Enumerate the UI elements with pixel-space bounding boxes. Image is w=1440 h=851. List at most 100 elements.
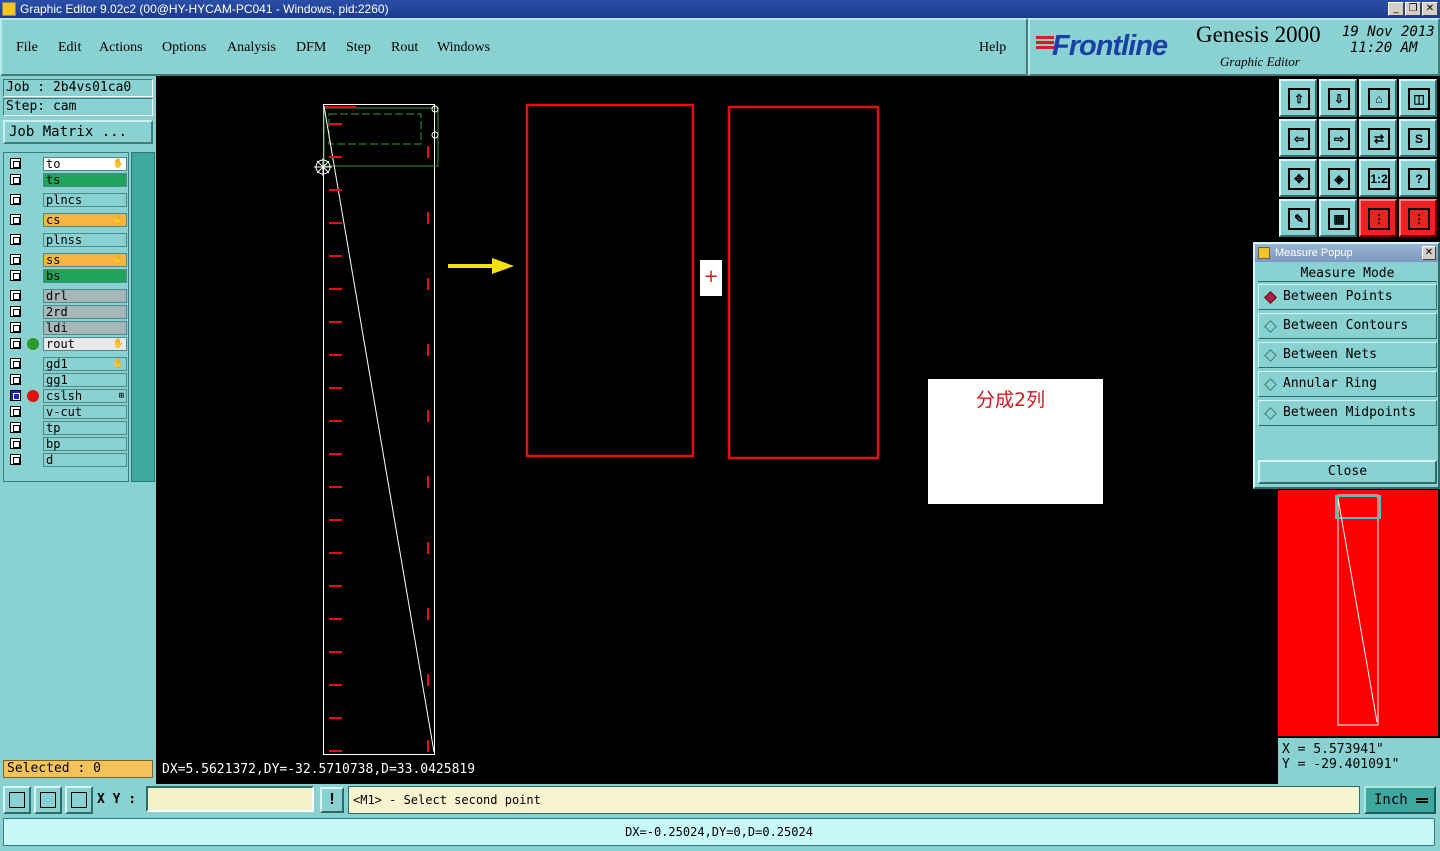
- layer-name[interactable]: drl: [43, 289, 127, 303]
- layer-name[interactable]: to ✋: [43, 157, 127, 171]
- help-button[interactable]: ?: [1399, 159, 1437, 197]
- maximize-button[interactable]: ❐: [1405, 2, 1421, 16]
- layer-row-ts[interactable]: ts: [7, 173, 127, 187]
- layer-checkbox[interactable]: [10, 454, 21, 465]
- layer-checkbox[interactable]: [10, 358, 21, 369]
- grid-button[interactable]: ▦: [1319, 199, 1357, 237]
- scale-1to2-button[interactable]: 1:2: [1359, 159, 1397, 197]
- menu-dfm[interactable]: DFM: [296, 40, 326, 56]
- layer-name[interactable]: ldi: [43, 321, 127, 335]
- layer-name[interactable]: ts: [43, 173, 127, 187]
- layer-row-bs[interactable]: bs: [7, 269, 127, 283]
- layer-checkbox[interactable]: [10, 174, 21, 185]
- layer-row-to[interactable]: to ✋: [7, 157, 127, 171]
- layer-name[interactable]: cs ✋: [43, 213, 127, 227]
- layer-row-rout[interactable]: rout ✋: [7, 337, 127, 351]
- layer-name[interactable]: gg1: [43, 373, 127, 387]
- layer-checkbox[interactable]: [10, 422, 21, 433]
- layer-scrollbar[interactable]: [131, 152, 155, 482]
- layer-checkbox[interactable]: [10, 438, 21, 449]
- layer-checkbox[interactable]: [10, 306, 21, 317]
- layer-checkbox[interactable]: [10, 374, 21, 385]
- job-matrix-button[interactable]: Job Matrix ...: [3, 120, 153, 144]
- snap-mode-button[interactable]: [3, 786, 31, 814]
- layer-checkbox[interactable]: [10, 254, 21, 265]
- option-annular-ring[interactable]: Annular Ring: [1258, 371, 1437, 397]
- xy-input[interactable]: [146, 786, 314, 812]
- layer-checkbox[interactable]: [10, 390, 21, 401]
- layer-row-plnss[interactable]: plnss: [7, 233, 127, 247]
- option-between-nets[interactable]: Between Nets: [1258, 342, 1437, 368]
- layer-name[interactable]: tp: [43, 421, 127, 435]
- menu-options[interactable]: Options: [162, 40, 206, 56]
- layer-name[interactable]: plncs: [43, 193, 127, 207]
- layer-name[interactable]: rout ✋: [43, 337, 127, 351]
- units-selector[interactable]: Inch: [1364, 786, 1436, 814]
- grid-mode-button[interactable]: [65, 786, 93, 814]
- swap-button[interactable]: ⇄: [1359, 119, 1397, 157]
- zoom-profile-button[interactable]: ⌂: [1359, 79, 1397, 117]
- menu-analysis[interactable]: Analysis: [227, 40, 276, 56]
- layer-checkbox[interactable]: [10, 214, 21, 225]
- alert-button[interactable]: !: [320, 787, 344, 813]
- tools-button[interactable]: ✎: [1279, 199, 1317, 237]
- menu-step[interactable]: Step: [346, 40, 371, 56]
- layer-checkbox[interactable]: [10, 194, 21, 205]
- netlist-button[interactable]: ⋮: [1359, 199, 1397, 237]
- layer-name[interactable]: 2rd: [43, 305, 127, 319]
- layer-row-ldi[interactable]: ldi: [7, 321, 127, 335]
- layer-checkbox[interactable]: [10, 322, 21, 333]
- layer-checkbox[interactable]: [10, 406, 21, 417]
- angle-mode-button[interactable]: [34, 786, 62, 814]
- layer-row-cs[interactable]: cs ✋: [7, 213, 127, 227]
- layer-name[interactable]: plnss: [43, 233, 127, 247]
- layer-row-gg1[interactable]: gg1: [7, 373, 127, 387]
- overview-map[interactable]: [1278, 490, 1438, 736]
- graphic-canvas[interactable]: [156, 76, 1276, 784]
- layer-row-gd1[interactable]: gd1 ✋: [7, 357, 127, 371]
- minimize-button[interactable]: _: [1388, 2, 1404, 16]
- layer-name[interactable]: bs: [43, 269, 127, 283]
- layer-row-drl[interactable]: drl: [7, 289, 127, 303]
- layer-row-ss[interactable]: ss ✋: [7, 253, 127, 267]
- split-view-button[interactable]: ◫: [1399, 79, 1437, 117]
- layer-row-plncs[interactable]: plncs: [7, 193, 127, 207]
- pan-left-button[interactable]: ⇦: [1279, 119, 1317, 157]
- layer-name[interactable]: v-cut: [43, 405, 127, 419]
- layer-checkbox[interactable]: [10, 270, 21, 281]
- layer-row-v-cut[interactable]: v-cut: [7, 405, 127, 419]
- option-between-contours[interactable]: Between Contours: [1258, 313, 1437, 339]
- menu-actions[interactable]: Actions: [99, 40, 143, 56]
- layer-name[interactable]: ss ✋: [43, 253, 127, 267]
- netlist-alt-button[interactable]: ⋮: [1399, 199, 1437, 237]
- zoom-extents-button[interactable]: ✥: [1279, 159, 1317, 197]
- zoom-home-button[interactable]: ⇧: [1279, 79, 1317, 117]
- layer-checkbox[interactable]: [10, 338, 21, 349]
- layer-name[interactable]: bp: [43, 437, 127, 451]
- menu-rout[interactable]: Rout: [391, 40, 418, 56]
- close-window-button[interactable]: ✕: [1422, 2, 1438, 16]
- layer-row-2rd[interactable]: 2rd: [7, 305, 127, 319]
- menu-file[interactable]: File: [16, 40, 38, 56]
- layer-name[interactable]: d: [43, 453, 127, 467]
- layer-name[interactable]: cslsh ⊞: [43, 389, 127, 403]
- snap-button[interactable]: S: [1399, 119, 1437, 157]
- layer-checkbox[interactable]: [10, 234, 21, 245]
- center-button[interactable]: ◈: [1319, 159, 1357, 197]
- layer-name[interactable]: gd1 ✋: [43, 357, 127, 371]
- option-between-midpoints[interactable]: Between Midpoints: [1258, 400, 1437, 426]
- menu-help[interactable]: Help: [979, 40, 1006, 56]
- layer-row-cslsh[interactable]: cslsh ⊞: [7, 389, 127, 403]
- layer-row-tp[interactable]: tp: [7, 421, 127, 435]
- option-between-points[interactable]: Between Points: [1258, 284, 1437, 310]
- menu-windows[interactable]: Windows: [437, 40, 490, 56]
- zoom-fit-button[interactable]: ⇩: [1319, 79, 1357, 117]
- popup-close-button[interactable]: Close: [1258, 460, 1437, 484]
- layer-checkbox[interactable]: [10, 158, 21, 169]
- menu-edit[interactable]: Edit: [58, 40, 81, 56]
- popup-close-icon[interactable]: ✕: [1422, 246, 1436, 260]
- layer-row-d[interactable]: d: [7, 453, 127, 467]
- layer-row-bp[interactable]: bp: [7, 437, 127, 451]
- pan-right-button[interactable]: ⇨: [1319, 119, 1357, 157]
- layer-checkbox[interactable]: [10, 290, 21, 301]
